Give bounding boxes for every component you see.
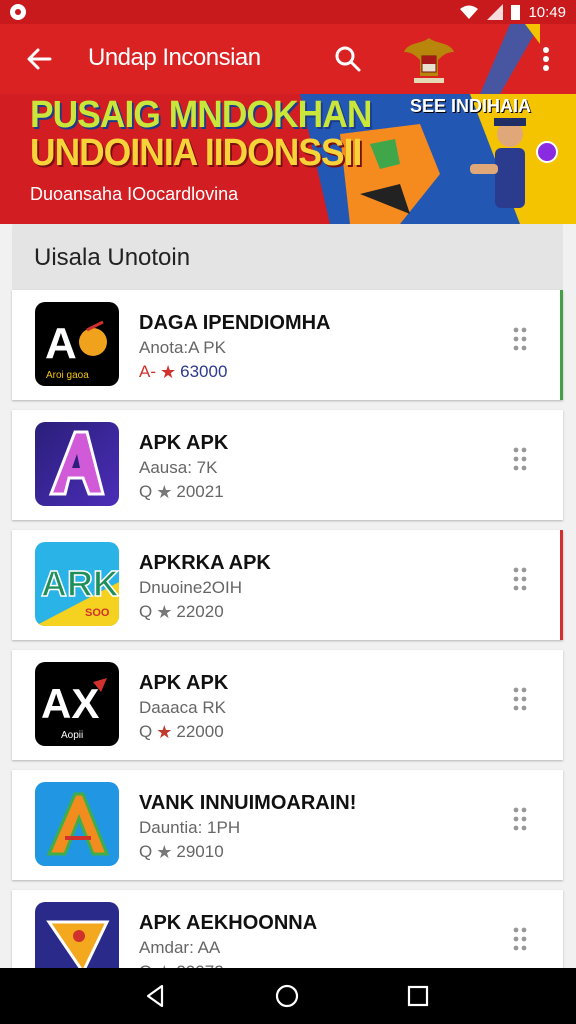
drag-handle-icon[interactable] [512, 926, 528, 952]
rating-value: 20021 [176, 482, 224, 501]
drag-handle-icon[interactable] [512, 566, 528, 592]
app-rating: Q ★ 22020 [139, 602, 224, 622]
battery-icon [511, 4, 521, 20]
status-bar: 10:49 [0, 0, 576, 24]
rating-value: 22020 [176, 602, 224, 621]
banner-headline-1: PUSAIG MNDOKHAN [30, 94, 372, 136]
star-icon: ★ [156, 482, 173, 502]
svg-text:ARK: ARK [41, 563, 119, 604]
app-icon [35, 782, 119, 866]
star-icon: ★ [160, 362, 177, 382]
svg-text:SOO: SOO [85, 607, 110, 619]
app-card[interactable]: VANK INNUIMOARAIN! Dauntia: 1PH Q ★ 2901… [12, 770, 563, 880]
app-title: DAGA IPENDIOMHA [139, 312, 331, 334]
promo-banner[interactable]: PUSAIG MNDOKHAN UNDOINIA IIDONSSII Duoan… [0, 94, 576, 224]
drag-handle-icon[interactable] [512, 326, 528, 352]
rating-prefix: A- [139, 362, 156, 381]
app-title: VANK INNUIMOARAIN! [139, 792, 357, 814]
accent-bar [560, 290, 563, 400]
nav-back-icon[interactable] [142, 982, 170, 1010]
app-rating: Q ★ 20021 [139, 482, 224, 502]
rating-value: 22000 [176, 722, 224, 741]
app-card[interactable]: ARK SOO APKRKA APK Dnuoine2OIH Q ★ 22020 [12, 530, 563, 640]
decorative-stripes [480, 24, 540, 94]
nav-home-icon[interactable] [273, 982, 301, 1010]
app-icon: ARK SOO [35, 542, 119, 626]
drag-handle-icon[interactable] [512, 806, 528, 832]
banner-headline-2: UNDOINIA IIDONSSII [30, 132, 362, 174]
notification-icon [10, 4, 26, 20]
wifi-icon [460, 5, 479, 19]
arrow-back-icon[interactable] [20, 39, 60, 79]
app-rating: Q ★ 29010 [139, 842, 224, 862]
clock: 10:49 [528, 3, 566, 21]
app-rating: A- ★ 63000 [139, 362, 227, 382]
app-bar: Undap Inconsian [0, 24, 576, 94]
drag-handle-icon[interactable] [512, 686, 528, 712]
app-card[interactable]: A Aroi gaoa DAGA IPENDIOMHA Anota:A PK A… [12, 290, 563, 400]
app-subtitle: Aausa: 7K [139, 458, 218, 477]
svg-text:AX: AX [41, 680, 99, 727]
app-subtitle: Dauntia: 1PH [139, 818, 241, 837]
svg-text:Aopii: Aopii [61, 730, 83, 741]
svg-text:A: A [45, 319, 77, 368]
nav-recents-icon[interactable] [404, 982, 432, 1010]
accent-bar [560, 530, 563, 640]
banner-subtitle: Duoansaha IOocardlovina [30, 184, 239, 204]
rating-prefix: Q [139, 602, 153, 621]
app-title: APK APK [139, 672, 229, 694]
status-icons: 10:49 [459, 0, 566, 24]
app-icon [35, 422, 119, 506]
app-card[interactable]: AX Aopii APK APK Daaaca RK Q ★ 22000 [12, 650, 563, 760]
app-subtitle: Daaaca RK [139, 698, 226, 717]
star-icon: ★ [156, 842, 173, 862]
app-subtitle: Dnuoine2OIH [139, 578, 243, 597]
rating-prefix: Q [139, 482, 153, 501]
app-title: APKRKA APK [139, 552, 271, 574]
rating-prefix: Q [139, 842, 153, 861]
app-card[interactable]: APK APK Aausa: 7K Q ★ 20021 [12, 410, 563, 520]
rating-value: 63000 [180, 362, 228, 381]
banner-tag: SEE INDIHAIA [410, 96, 532, 116]
svg-text:Aroi gaoa: Aroi gaoa [46, 370, 89, 381]
app-title: APK AEKHOONNA [139, 912, 318, 934]
garuda-emblem-icon [404, 38, 454, 83]
section-header: Uisala Unotoin [12, 224, 563, 290]
app-title: Undap Inconsian [88, 44, 261, 71]
navigation-bar [0, 968, 576, 1024]
app-icon: A Aroi gaoa [35, 302, 119, 386]
search-icon[interactable] [328, 39, 368, 79]
signal-icon [487, 4, 504, 20]
app-rating: Q ★ 22000 [139, 722, 224, 742]
drag-handle-icon[interactable] [512, 446, 528, 472]
star-icon: ★ [156, 602, 173, 622]
app-subtitle: Amdar: AA [139, 938, 221, 957]
section-title: Uisala Unotoin [34, 244, 191, 271]
rating-prefix: Q [139, 722, 153, 741]
app-title: APK APK [139, 432, 229, 454]
app-icon: AX Aopii [35, 662, 119, 746]
app-subtitle: Anota:A PK [139, 338, 226, 357]
star-icon: ★ [156, 722, 173, 742]
rating-value: 29010 [176, 842, 224, 861]
